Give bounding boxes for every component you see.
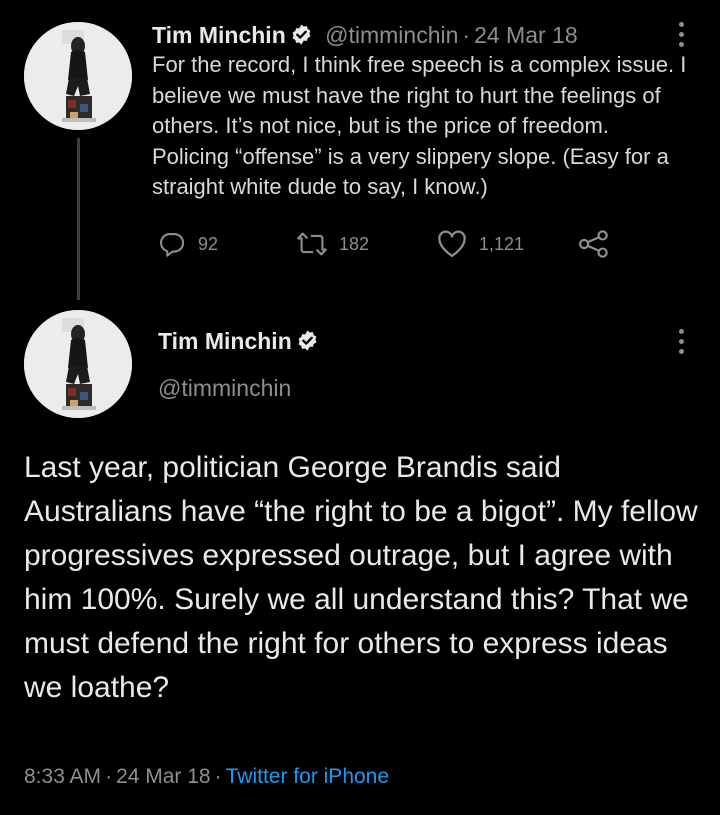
share-icon (578, 230, 608, 258)
verified-badge-icon (296, 329, 319, 358)
author-handle[interactable]: @timminchin (325, 22, 458, 48)
verified-badge-icon (290, 23, 313, 52)
like-button[interactable]: 1,121 (437, 226, 524, 262)
tweet-2-meta: 8:33 AM · 24 Mar 18 · Twitter for iPhone (24, 763, 389, 791)
tweet-time: 8:33 AM (24, 765, 102, 788)
author-photo (24, 310, 132, 418)
reply-icon (159, 233, 185, 257)
retweet-icon (297, 232, 327, 256)
reply-button[interactable]: 92 (158, 226, 218, 262)
retweet-count: 182 (339, 233, 370, 254)
tweet-date: 24 Mar 18 (116, 765, 211, 788)
author-handle[interactable]: @timminchin (158, 374, 291, 402)
tweet-2-text: Last year, politician George Brandis sai… (24, 451, 698, 704)
author-avatar[interactable] (24, 22, 132, 130)
share-button[interactable] (578, 226, 610, 262)
more-options-icon[interactable] (669, 16, 693, 52)
separator-dot: · (462, 22, 471, 48)
heart-icon (438, 230, 466, 257)
author-name[interactable]: Tim Minchin (152, 22, 286, 48)
tweet-date[interactable]: 24 Mar 18 (474, 22, 578, 48)
separator-dot: · (105, 765, 113, 788)
tweet-1-header: Tim Minchin @timminchin · 24 Mar 18 (152, 21, 578, 52)
reply-count: 92 (198, 233, 219, 254)
tweet-2-header: Tim Minchin (158, 327, 319, 358)
like-count: 1,121 (479, 233, 525, 254)
thread-connector-line (77, 138, 80, 300)
author-avatar[interactable] (24, 310, 132, 418)
tweet-source-link[interactable]: Twitter for iPhone (226, 765, 389, 788)
author-photo (24, 22, 132, 130)
separator-dot: · (214, 765, 222, 788)
more-options-icon[interactable] (669, 323, 693, 359)
tweet-1-text: For the record, I think free speech is a… (152, 52, 687, 200)
retweet-button[interactable]: 182 (297, 226, 369, 262)
author-name[interactable]: Tim Minchin (158, 328, 292, 354)
